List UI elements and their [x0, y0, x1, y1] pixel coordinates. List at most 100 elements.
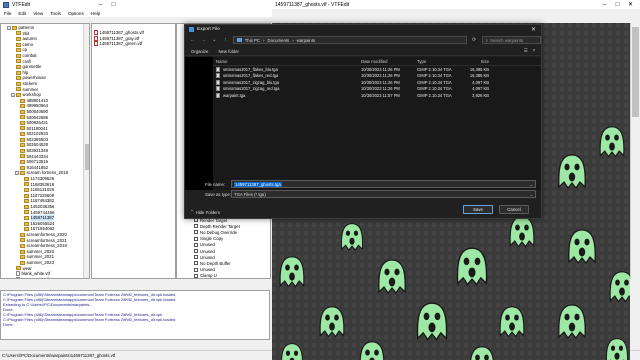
flag-checkbox[interactable] — [194, 224, 198, 229]
breadcrumb-documents[interactable]: Documents — [267, 38, 289, 43]
file-name: warpaint.tga — [223, 92, 246, 98]
ghost-shape — [279, 256, 305, 288]
flag-checkbox[interactable] — [194, 249, 198, 254]
folder-icon — [20, 137, 25, 142]
collapse-icon[interactable]: − — [11, 92, 15, 97]
ghost-shape — [599, 126, 625, 158]
texture-scrollbar[interactable] — [630, 23, 640, 279]
savetype-select[interactable]: TGA Files (*.tga) ⌄ — [231, 190, 536, 198]
vtf-file-item[interactable]: 1459711387_green.vtf — [94, 41, 144, 47]
filename-value: 1459711387_ghosts.tga — [234, 181, 282, 187]
folder-icon — [24, 188, 29, 193]
file-list: 1459711387_ghosts.vtf 1459711387_gray.vtf… — [91, 23, 176, 279]
filename-dropdown-icon[interactable]: ⌄ — [530, 182, 533, 187]
save-button[interactable]: Save — [463, 205, 493, 214]
file-list-header: Name Date modified Type Size — [213, 57, 541, 66]
flag-checkbox[interactable] — [194, 261, 198, 266]
folder-icon — [20, 115, 25, 120]
dialog-navigation-pane — [185, 57, 213, 190]
col-type[interactable]: Type — [417, 59, 459, 64]
breadcrumb-sep-icon: › — [263, 37, 265, 43]
flag-checkbox[interactable] — [194, 236, 198, 241]
view-options-icon[interactable]: ☰ — [524, 48, 528, 54]
folder-icon — [20, 238, 25, 243]
dialog-file-row[interactable]: warpaint.tga 10/30/2023 11:57 PM GIMP 2.10… — [213, 92, 541, 99]
file-name: smissmas2017_zigzag_blu.tga — [223, 79, 279, 85]
flag-checkbox[interactable] — [194, 255, 198, 260]
filename-label: File name: — [205, 182, 226, 187]
tga-file-icon — [216, 92, 220, 98]
flag-checkbox[interactable] — [194, 242, 198, 247]
col-size[interactable]: Size — [459, 59, 489, 64]
menu-options[interactable]: Options — [68, 11, 84, 16]
flag-checkbox[interactable] — [194, 267, 198, 272]
up-arrow-icon[interactable]: ↑ — [222, 37, 229, 44]
maximize-icon[interactable]: □ — [107, 0, 120, 9]
folder-icon — [20, 171, 25, 176]
tree-scrollbar[interactable] — [83, 24, 89, 278]
ghost-shape — [605, 338, 629, 360]
folder-icon — [24, 199, 29, 204]
help-icon[interactable]: ? — [533, 48, 535, 54]
forward-arrow-icon[interactable]: → — [200, 37, 207, 44]
flag-checkbox[interactable] — [194, 230, 198, 235]
dialog-navbar: ← → ⌄ ↑ This PC › Documents › warpaints … — [185, 35, 542, 45]
ghost-shape — [509, 216, 535, 248]
folder-icon — [16, 266, 21, 271]
col-name[interactable]: Name — [213, 59, 361, 64]
flag-label: Unused — [200, 254, 215, 260]
file-type: GIMP 2.10.34 TGA — [417, 92, 452, 98]
folder-icon — [24, 215, 29, 220]
folder-icon — [16, 76, 21, 81]
file-icon — [16, 277, 20, 278]
dialog-close-icon[interactable]: ✕ — [526, 25, 541, 34]
flag-checkbox[interactable] — [194, 273, 198, 278]
menu-tools[interactable]: Tools — [50, 11, 61, 16]
folder-icon — [12, 25, 17, 30]
folder-icon — [20, 260, 25, 265]
folder-icon — [20, 232, 25, 237]
file-size: 3,926 KB — [472, 92, 489, 98]
dialog-titlebar: Export File — [185, 25, 541, 34]
search-input[interactable]: ⌕ Search warpaints — [481, 36, 542, 44]
breadcrumb-warpaints[interactable]: warpaints — [297, 38, 315, 43]
organize-button[interactable]: Organize — [191, 49, 208, 54]
texture-maximize-icon[interactable]: □ — [611, 0, 624, 9]
breadcrumb-pc[interactable]: This PC — [245, 38, 260, 43]
log-line: Done. — [3, 322, 14, 327]
cancel-button[interactable]: Cancel — [499, 205, 529, 214]
texture-scroll-thumb[interactable] — [632, 27, 639, 117]
ghost-shape — [416, 302, 448, 341]
folder-icon — [20, 154, 25, 159]
back-arrow-icon[interactable]: ← — [189, 37, 196, 44]
file-date: 10/30/2023 11:57 PM — [361, 92, 400, 98]
menu-edit[interactable]: Edit — [18, 11, 26, 16]
filename-field[interactable]: 1459711387_ghosts.tga ⌄ — [231, 180, 536, 188]
main-title: VTFEdit — [12, 1, 31, 8]
file-name-cell: smissmas2017_zigzag_blu.tga — [213, 79, 361, 85]
minimize-icon[interactable]: – — [94, 0, 107, 9]
recent-dropdown-icon[interactable]: ⌄ — [211, 37, 218, 44]
refresh-icon[interactable]: ⟳ — [471, 37, 478, 44]
search-icon: ⌕ — [485, 37, 488, 43]
collapse-icon[interactable]: − — [7, 25, 11, 30]
hide-folders-toggle[interactable]: ⌃ Hide Folders — [190, 209, 220, 215]
tga-file-icon — [216, 79, 220, 85]
folder-icon — [16, 42, 21, 47]
col-date[interactable]: Date modified — [361, 59, 417, 64]
tree-scroll-thumb[interactable] — [85, 144, 89, 170]
folder-icon — [24, 227, 29, 232]
tree-item[interactable]: burn_mask.vtf — [1, 277, 83, 278]
menu-view[interactable]: View — [33, 11, 43, 16]
menu-file[interactable]: File — [4, 11, 11, 16]
folder-icon — [24, 210, 29, 215]
folder-icon — [20, 165, 25, 170]
main-window-controls: – □ — [94, 0, 120, 9]
texture-close-icon[interactable]: ✕ — [624, 0, 637, 9]
new-folder-button[interactable]: New folder — [218, 49, 239, 54]
collapse-icon[interactable]: − — [15, 171, 19, 176]
address-bar[interactable]: This PC › Documents › warpaints — [232, 36, 467, 44]
texture-minimize-icon[interactable]: – — [598, 0, 611, 9]
folder-icon — [16, 81, 21, 86]
menu-help[interactable]: Help — [91, 11, 100, 16]
